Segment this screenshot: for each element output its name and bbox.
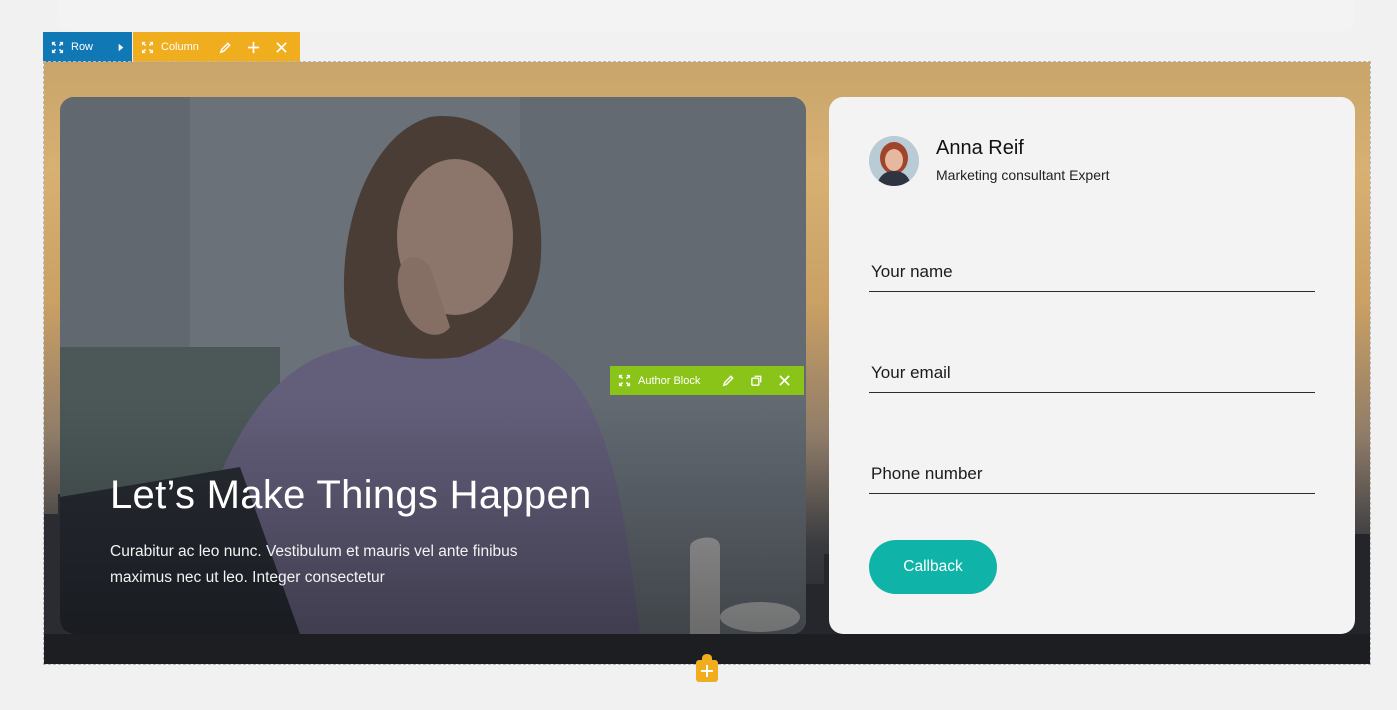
- row-label[interactable]: Row: [71, 41, 109, 53]
- plus-icon[interactable]: [239, 32, 267, 62]
- column-toolbar: Column: [133, 32, 300, 62]
- column-label[interactable]: Column: [161, 41, 211, 53]
- contact-form-card[interactable]: Anna Reif Marketing consultant Expert Yo…: [829, 97, 1355, 634]
- move-icon[interactable]: [133, 32, 161, 62]
- move-icon[interactable]: [43, 32, 71, 62]
- add-icon: [701, 665, 713, 677]
- email-field[interactable]: Your email: [869, 353, 1315, 393]
- callback-button[interactable]: Callback: [869, 540, 997, 594]
- close-icon[interactable]: [770, 366, 798, 395]
- pencil-icon[interactable]: [211, 32, 239, 62]
- row-section[interactable]: Let’s Make Things Happen Curabitur ac le…: [43, 61, 1371, 665]
- close-icon[interactable]: [267, 32, 295, 62]
- caret-right-icon[interactable]: [109, 32, 131, 62]
- avatar: [869, 136, 919, 186]
- hero-description: Curabitur ac leo nunc. Vestibulum et mau…: [110, 543, 518, 586]
- row-toolbar: Row: [43, 32, 132, 62]
- move-icon[interactable]: [610, 366, 638, 395]
- previous-section: [59, 0, 1355, 31]
- author-block-label[interactable]: Author Block: [638, 375, 714, 387]
- author-role: Marketing consultant Expert: [936, 167, 1110, 183]
- name-field[interactable]: Your name: [869, 252, 1315, 292]
- pencil-icon[interactable]: [714, 366, 742, 395]
- add-section-button[interactable]: [696, 654, 718, 682]
- author-block-toolbar: Author Block: [610, 366, 804, 395]
- duplicate-icon[interactable]: [742, 366, 770, 395]
- phone-field[interactable]: Phone number: [869, 454, 1315, 494]
- hero-title: Let’s Make Things Happen: [110, 473, 592, 517]
- author-name: Anna Reif: [936, 137, 1024, 159]
